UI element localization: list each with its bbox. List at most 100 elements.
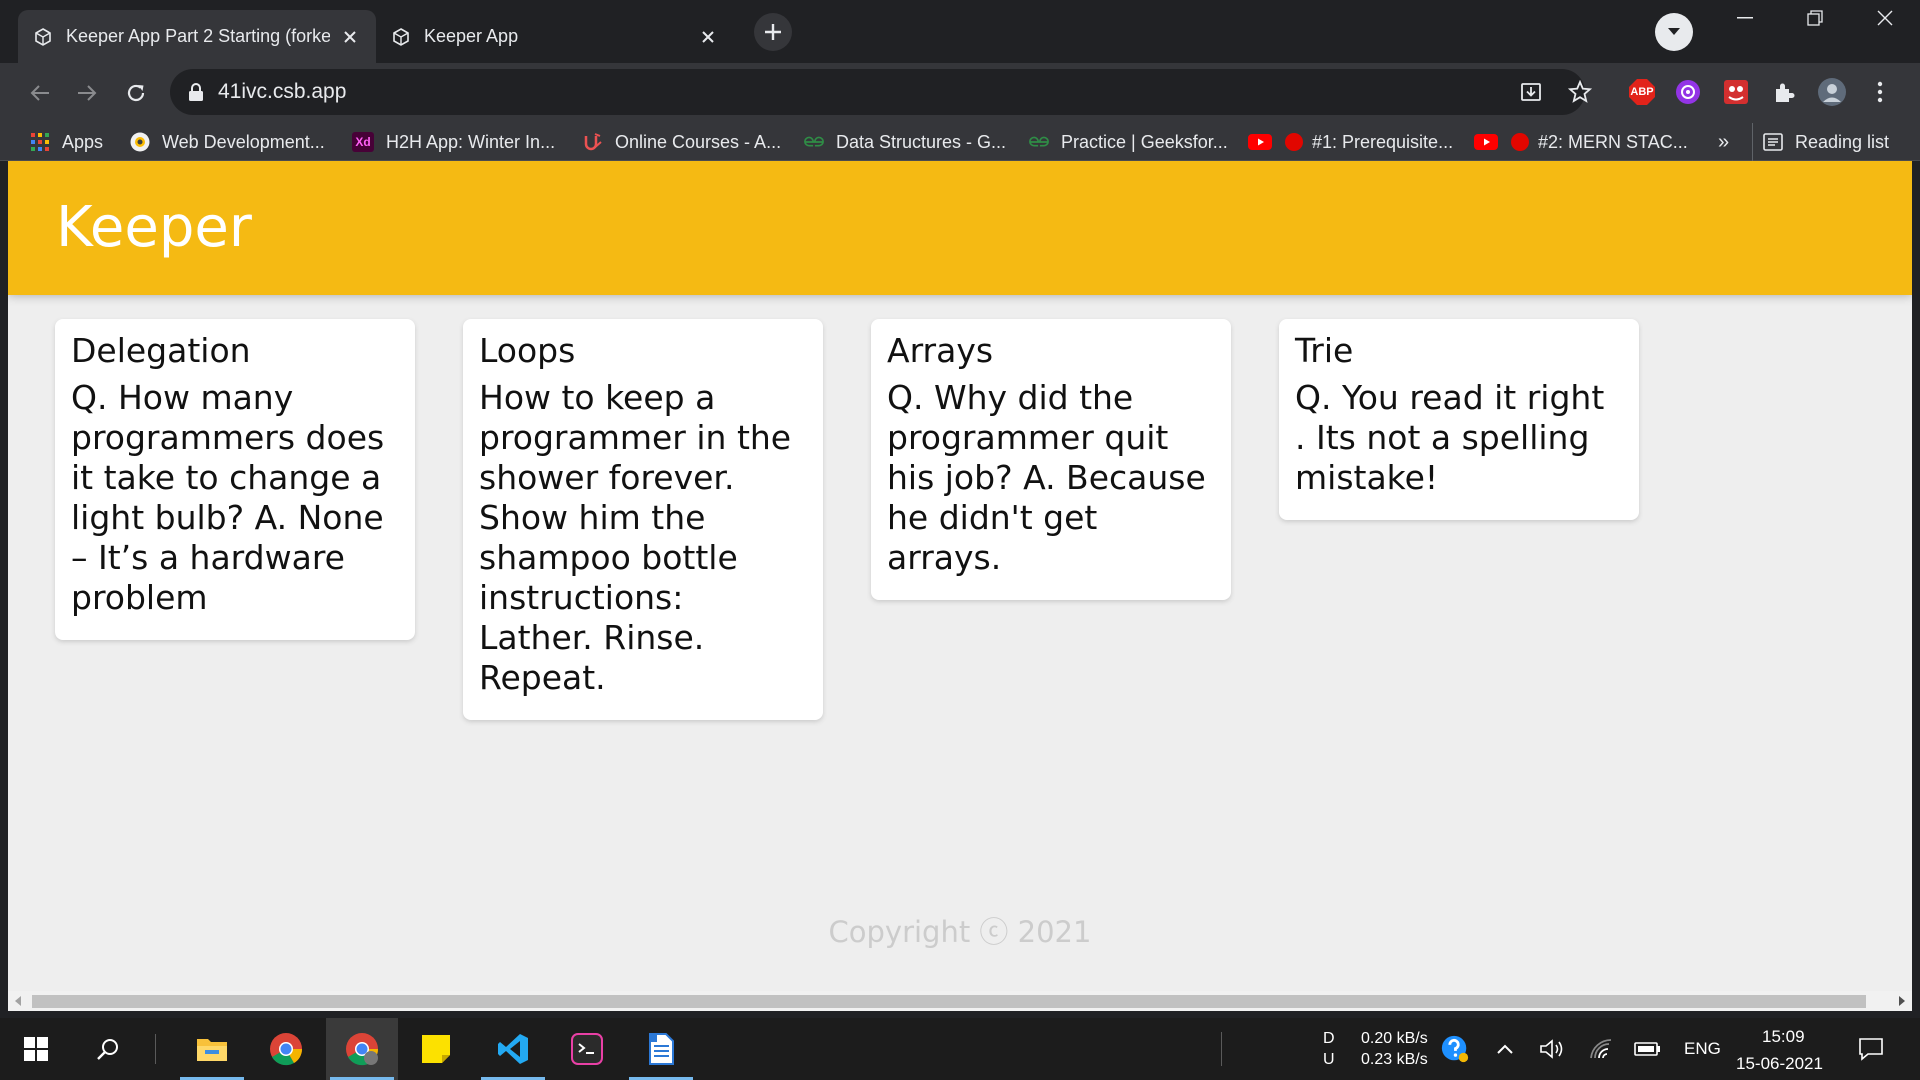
note-card: Trie Q. You read it right . Its not a sp… xyxy=(1279,319,1639,520)
extensions-button[interactable] xyxy=(1769,77,1799,107)
bookmarks-overflow-button[interactable]: » xyxy=(1718,123,1729,161)
minimize-button[interactable] xyxy=(1710,0,1780,36)
document-icon xyxy=(649,1033,674,1065)
horizontal-scrollbar[interactable] xyxy=(8,991,1912,1011)
note-card: Delegation Q. How many programmers does … xyxy=(55,319,415,640)
back-button[interactable] xyxy=(20,73,60,113)
codesandbox-icon xyxy=(34,27,52,46)
bookmark-apps[interactable]: Apps xyxy=(30,123,103,161)
note-content: Q. How many programmers does it take to … xyxy=(71,378,385,617)
xd-icon: Xd xyxy=(352,132,374,152)
tab-keeper-part2[interactable]: Keeper App Part 2 Starting (forke xyxy=(18,10,376,63)
avatar-icon xyxy=(1818,78,1846,106)
browser-menu-button[interactable] xyxy=(1865,77,1895,107)
kebab-menu-icon xyxy=(1877,81,1883,103)
adblock-plus-extension[interactable]: ABP xyxy=(1627,77,1657,107)
start-button[interactable] xyxy=(0,1018,72,1080)
clock-date[interactable]: 15-06-2021 xyxy=(1736,1054,1823,1074)
chevron-down-icon xyxy=(1668,28,1680,35)
tab-search-button[interactable] xyxy=(1655,13,1693,51)
page-viewport: Keeper Delegation Q. How many programmer… xyxy=(0,161,1920,1018)
browser-toolbar: 41ivc.csb.app ABP xyxy=(0,63,1920,123)
notification-icon xyxy=(1859,1038,1883,1061)
gfg-icon xyxy=(1029,132,1049,152)
search-button[interactable] xyxy=(72,1018,144,1080)
install-app-button[interactable] xyxy=(1516,77,1546,107)
clock-time[interactable]: 15:09 xyxy=(1762,1027,1805,1047)
reload-button[interactable] xyxy=(116,73,156,113)
chevron-up-icon xyxy=(1497,1044,1513,1054)
purple-extension[interactable] xyxy=(1673,77,1703,107)
battery-icon xyxy=(1634,1042,1660,1056)
bookmark-prerequisite[interactable]: #1: Prerequisite... xyxy=(1248,123,1453,161)
tab-title: Keeper App xyxy=(424,26,519,46)
bookmark-label: Web Development... xyxy=(162,131,325,152)
vscode-button[interactable] xyxy=(477,1018,549,1080)
close-window-button[interactable] xyxy=(1850,0,1920,36)
tab-title: Keeper App Part 2 Starting (forke xyxy=(66,26,330,46)
note-content: Q. Why did the programmer quit his job? … xyxy=(887,378,1206,577)
address-bar[interactable]: 41ivc.csb.app xyxy=(170,69,1585,115)
bookmark-online-courses[interactable]: Online Courses - A... xyxy=(583,123,781,161)
bookmark-web-development[interactable]: Web Development... xyxy=(130,123,325,161)
bookmark-data-structures[interactable]: Data Structures - G... xyxy=(804,123,1006,161)
volume-button[interactable] xyxy=(1537,1034,1567,1064)
net-upload-label: U xyxy=(1323,1051,1335,1068)
udemy-icon xyxy=(583,132,603,152)
close-tab-icon[interactable] xyxy=(698,27,718,47)
profile-avatar[interactable] xyxy=(1817,77,1847,107)
tab-strip: Keeper App Part 2 Starting (forke Keeper… xyxy=(0,0,1920,63)
taskbar-divider xyxy=(1221,1032,1222,1066)
note-content: Q. You read it right . Its not a spellin… xyxy=(1295,378,1605,497)
note-title: Delegation xyxy=(71,331,251,370)
overflow-chevron: » xyxy=(1718,130,1730,153)
bookmark-star-button[interactable] xyxy=(1565,77,1595,107)
scroll-left-arrow-icon[interactable] xyxy=(8,991,28,1011)
new-tab-button[interactable] xyxy=(754,13,792,51)
lock-icon[interactable] xyxy=(188,83,204,101)
red-circle-icon xyxy=(1284,132,1304,152)
arrow-right-icon xyxy=(78,85,97,101)
bookmark-label: #2: MERN STAC... xyxy=(1538,131,1688,152)
net-download-speed: 0.20 kB/s xyxy=(1361,1030,1428,1047)
bookmark-h2h-app[interactable]: Xd H2H App: Winter In... xyxy=(352,123,555,161)
terminal-button[interactable] xyxy=(551,1018,623,1080)
wifi-button[interactable] xyxy=(1586,1034,1616,1064)
word-document-button[interactable] xyxy=(625,1018,697,1080)
gfg-icon xyxy=(804,132,824,152)
bookmark-label: Practice | Geeksfor... xyxy=(1061,131,1228,152)
note-card: Arrays Q. Why did the programmer quit hi… xyxy=(871,319,1231,600)
restore-button[interactable] xyxy=(1780,0,1850,36)
scroll-right-arrow-icon[interactable] xyxy=(1892,991,1912,1011)
bookmark-label: #1: Prerequisite... xyxy=(1312,131,1454,152)
red-extension[interactable] xyxy=(1721,77,1751,107)
file-explorer-button[interactable] xyxy=(176,1018,248,1080)
chrome-profile-taskbar-button[interactable] xyxy=(326,1018,398,1080)
scrollbar-thumb[interactable] xyxy=(32,995,1866,1008)
forward-button[interactable] xyxy=(67,73,107,113)
net-download-label: D xyxy=(1323,1030,1335,1047)
windows-taskbar: D U 0.20 kB/s 0.23 kB/s ENG 15:09 15-06-… xyxy=(0,1018,1920,1080)
arrow-left-icon xyxy=(30,85,49,101)
notifications-button[interactable] xyxy=(1856,1034,1886,1064)
bookmark-label: Data Structures - G... xyxy=(836,131,1007,152)
help-tray-button[interactable] xyxy=(1440,1034,1470,1064)
bookmark-label: Apps xyxy=(62,131,104,152)
language-indicator[interactable]: ENG xyxy=(1684,1039,1721,1059)
sticky-notes-button[interactable] xyxy=(400,1018,472,1080)
codesandbox-icon xyxy=(392,27,410,46)
tab-keeper-app[interactable]: Keeper App xyxy=(376,10,734,63)
bookmark-mern-stack[interactable]: #2: MERN STAC... xyxy=(1474,123,1688,161)
star-icon xyxy=(1568,80,1592,103)
battery-button[interactable] xyxy=(1633,1034,1663,1064)
restore-icon xyxy=(1807,10,1823,26)
reading-list-button[interactable]: Reading list xyxy=(1752,123,1889,161)
chrome-taskbar-button[interactable] xyxy=(250,1018,322,1080)
show-hidden-icons-button[interactable] xyxy=(1490,1034,1520,1064)
close-tab-icon[interactable] xyxy=(340,27,360,47)
copyright-text: Copyright ⓒ 2021 xyxy=(828,915,1092,949)
app-title: Keeper xyxy=(56,195,252,260)
help-icon xyxy=(1441,1035,1469,1063)
bookmark-practice-gfg[interactable]: Practice | Geeksfor... xyxy=(1029,123,1228,161)
xd-badge-label: Xd xyxy=(355,135,371,149)
